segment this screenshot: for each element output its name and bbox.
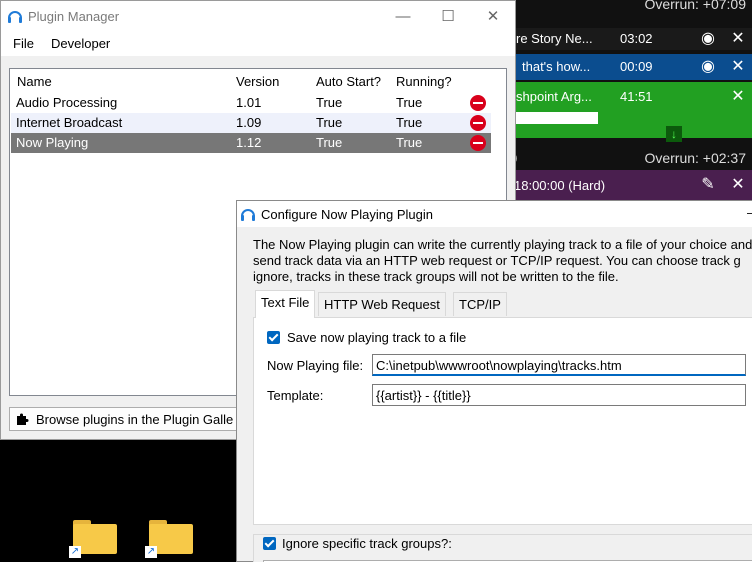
ignore-groups-section: Ignore specific track groups?: <box>253 534 752 562</box>
description-line: send track data via an HTTP web request … <box>253 253 741 268</box>
now-playing-file-input[interactable]: C:\inetpub\wwwroot\nowplaying\tracks.htm <box>372 354 746 376</box>
list-header: Name Version Auto Start? Running? <box>10 69 491 93</box>
browse-plugins-label: Browse plugins in the Plugin Galle <box>36 412 234 427</box>
column-header-auto-start[interactable]: Auto Start? <box>316 74 381 89</box>
remove-plugin-icon[interactable] <box>470 95 486 111</box>
remove-plugin-icon[interactable] <box>470 135 486 151</box>
plugin-version: 1.12 <box>236 135 262 150</box>
eye-icon[interactable]: ◉ <box>700 59 716 75</box>
track-title: shpoint Arg... <box>516 89 592 104</box>
template-label: Template: <box>267 388 324 403</box>
table-row-selected[interactable]: Now Playing 1.12 True True <box>11 133 491 153</box>
plugin-version: 1.01 <box>236 95 262 110</box>
minimize-button[interactable]: — <box>380 1 426 32</box>
plugin-running: True <box>396 135 423 150</box>
overrun-top-label: Overrun: +07:09 <box>644 0 746 12</box>
title-bar[interactable]: Configure Now Playing Plugin – <box>237 201 752 227</box>
description-line: ignore, tracks in these track groups wil… <box>253 269 619 284</box>
track-time: 00:09 <box>620 59 653 74</box>
plugin-version: 1.09 <box>236 115 262 130</box>
close-button[interactable]: ✕ <box>470 1 516 32</box>
plugin-auto-start: True <box>316 95 343 110</box>
remove-icon[interactable]: ✕ <box>730 31 746 47</box>
background-playout-app: Overrun: +07:09 re Story Ne... 03:02 ◉ ✕… <box>500 0 752 210</box>
plugin-description: The Now Playing plugin can write the cur… <box>253 237 752 285</box>
window-title: Plugin Manager <box>28 9 120 24</box>
track-title: re Story Ne... <box>516 31 593 46</box>
table-row[interactable]: Audio Processing 1.01 True True <box>11 93 491 113</box>
table-row[interactable]: Internet Broadcast 1.09 True True <box>11 113 491 133</box>
column-header-name[interactable]: Name <box>17 74 52 89</box>
minimize-button[interactable]: – <box>747 205 752 220</box>
remove-icon[interactable]: ✕ <box>730 59 746 75</box>
eye-icon[interactable]: ◉ <box>700 31 716 47</box>
progress-bar <box>516 112 598 124</box>
plugin-name: Audio Processing <box>16 95 118 110</box>
ignore-groups-label: Ignore specific track groups?: <box>282 536 452 551</box>
playlist-row-playing[interactable]: shpoint Arg... 41:51 ✕ ↓ <box>500 82 752 142</box>
tab-http-web-request[interactable]: HTTP Web Request <box>318 292 446 316</box>
pencil-icon[interactable]: ✎ <box>700 177 716 193</box>
window-title: Configure Now Playing Plugin <box>261 207 433 222</box>
browse-plugins-button[interactable]: Browse plugins in the Plugin Galle <box>9 407 249 431</box>
shortcut-arrow-icon: ↗ <box>145 546 157 558</box>
overrun-mid-label: Overrun: +02:37 <box>644 150 746 166</box>
plugin-name: Now Playing <box>16 135 89 150</box>
track-title: that's how... <box>522 59 591 74</box>
plugin-auto-start: True <box>316 135 343 150</box>
configure-plugin-window: Configure Now Playing Plugin – The Now P… <box>236 200 752 562</box>
now-playing-file-label: Now Playing file: <box>267 358 364 373</box>
track-time: 41:51 <box>620 89 653 104</box>
plugin-running: True <box>396 95 423 110</box>
ignore-groups-checkbox[interactable] <box>263 537 276 550</box>
title-bar[interactable]: Plugin Manager — ☐ ✕ <box>1 1 515 32</box>
plugin-name: Internet Broadcast <box>16 115 123 130</box>
puzzle-piece-icon <box>17 413 29 425</box>
headphones-icon <box>241 209 255 221</box>
template-input[interactable]: {{artist}} - {{title}} <box>372 384 746 406</box>
overrun-row: 0 Overrun: +02:37 <box>500 148 752 168</box>
tab-tcp-ip[interactable]: TCP/IP <box>453 292 507 316</box>
maximize-button[interactable]: ☐ <box>425 1 471 32</box>
headphones-icon <box>8 11 22 23</box>
arrow-down-icon[interactable]: ↓ <box>666 126 682 142</box>
hard-time-row[interactable]: 18:00:00 (Hard) ✎ ✕ <box>500 170 752 200</box>
track-time: 03:02 <box>620 31 653 46</box>
playlist-row[interactable]: that's how... 00:09 ◉ ✕ <box>500 54 752 80</box>
menu-file[interactable]: File <box>13 36 34 51</box>
shortcut-arrow-icon: ↗ <box>69 546 81 558</box>
remove-plugin-icon[interactable] <box>470 115 486 131</box>
remove-icon[interactable]: ✕ <box>730 177 746 193</box>
hard-time-label: 18:00:00 (Hard) <box>514 178 606 193</box>
plugin-running: True <box>396 115 423 130</box>
save-to-file-checkbox[interactable] <box>267 331 280 344</box>
remove-icon[interactable]: ✕ <box>730 89 746 105</box>
column-header-running[interactable]: Running? <box>396 74 452 89</box>
save-to-file-label: Save now playing track to a file <box>287 330 467 345</box>
description-line: The Now Playing plugin can write the cur… <box>253 237 752 252</box>
desktop-folder-icon[interactable]: ↗ <box>69 520 117 558</box>
column-header-version[interactable]: Version <box>236 74 279 89</box>
menu-developer[interactable]: Developer <box>51 36 110 51</box>
menu-bar: File Developer <box>1 32 515 56</box>
playlist-row[interactable]: re Story Ne... 03:02 ◉ ✕ <box>500 28 752 50</box>
desktop-folder-icon[interactable]: ↗ <box>145 520 193 558</box>
text-file-panel: Save now playing track to a file Now Pla… <box>253 317 752 525</box>
plugin-auto-start: True <box>316 115 343 130</box>
tab-text-file[interactable]: Text File <box>255 290 316 318</box>
